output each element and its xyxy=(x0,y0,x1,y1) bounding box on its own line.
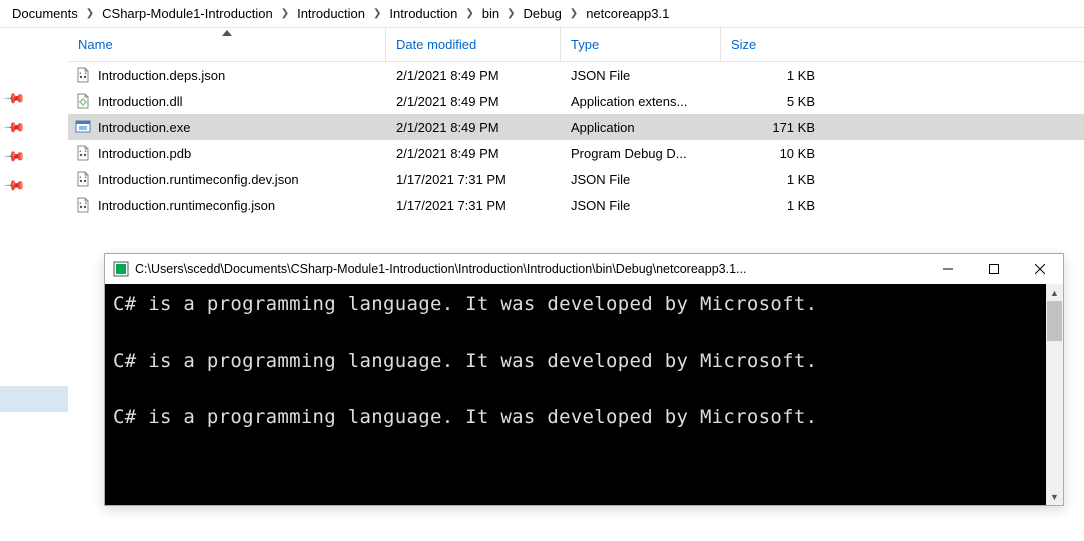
json-file-icon xyxy=(74,196,92,214)
chevron-right-icon: ❯ xyxy=(373,8,381,19)
file-type: Program Debug D... xyxy=(561,146,721,161)
file-type: JSON File xyxy=(561,198,721,213)
console-scrollbar[interactable]: ▲ ▼ xyxy=(1046,284,1063,505)
close-button[interactable] xyxy=(1017,254,1063,284)
chevron-right-icon: ❯ xyxy=(86,8,94,19)
console-app-icon xyxy=(113,261,129,277)
file-listview: Name Date modified Type Size Introductio… xyxy=(68,28,1084,218)
listview-header: Name Date modified Type Size xyxy=(68,28,1084,62)
file-name: Introduction.runtimeconfig.dev.json xyxy=(98,172,299,187)
file-type: Application xyxy=(561,120,721,135)
console-line: C# is a programming language. It was dev… xyxy=(113,290,1038,319)
column-header-name[interactable]: Name xyxy=(68,28,386,61)
file-size: 1 KB xyxy=(721,198,825,213)
file-size: 171 KB xyxy=(721,120,825,135)
file-name: Introduction.dll xyxy=(98,94,183,109)
file-row[interactable]: Introduction.runtimeconfig.dev.json 1/17/… xyxy=(68,166,1084,192)
exe-file-icon xyxy=(74,118,92,136)
scroll-down-button[interactable]: ▼ xyxy=(1046,488,1063,505)
pin-icon[interactable]: 📌 xyxy=(3,115,27,139)
pin-icon[interactable]: 📌 xyxy=(3,86,27,110)
file-date: 2/1/2021 8:49 PM xyxy=(386,94,561,109)
chevron-right-icon: ❯ xyxy=(465,8,473,19)
breadcrumb: Documents ❯ CSharp-Module1-Introduction ❯ In… xyxy=(0,0,1084,28)
file-date: 1/17/2021 7:31 PM xyxy=(386,172,561,187)
column-header-type[interactable]: Type xyxy=(561,28,721,61)
column-header-size[interactable]: Size xyxy=(721,28,825,61)
column-header-date[interactable]: Date modified xyxy=(386,28,561,61)
breadcrumb-segment[interactable]: Introduction xyxy=(293,4,369,23)
file-size: 10 KB xyxy=(721,146,825,161)
file-name: Introduction.pdb xyxy=(98,146,191,161)
breadcrumb-segment[interactable]: CSharp-Module1-Introduction xyxy=(98,4,277,23)
sidebar-selected-item[interactable] xyxy=(0,386,68,412)
file-row[interactable]: Introduction.dll 2/1/2021 8:49 PMApplicat… xyxy=(68,88,1084,114)
breadcrumb-segment[interactable]: Debug xyxy=(519,4,565,23)
file-date: 2/1/2021 8:49 PM xyxy=(386,146,561,161)
file-type: JSON File xyxy=(561,68,721,83)
file-name: Introduction.deps.json xyxy=(98,68,225,83)
chevron-right-icon: ❯ xyxy=(570,8,578,19)
chevron-right-icon: ❯ xyxy=(281,8,289,19)
pin-icon[interactable]: 📌 xyxy=(3,144,27,168)
minimize-button[interactable] xyxy=(925,254,971,284)
navigation-sidebar: 📌 📌 📌 📌 xyxy=(0,28,68,541)
file-size: 1 KB xyxy=(721,172,825,187)
file-type: JSON File xyxy=(561,172,721,187)
console-titlebar[interactable]: C:\Users\scedd\Documents\CSharp-Module1-… xyxy=(105,254,1063,284)
breadcrumb-segment[interactable]: Introduction xyxy=(385,4,461,23)
file-name: Introduction.runtimeconfig.json xyxy=(98,198,275,213)
dll-file-icon xyxy=(74,92,92,110)
breadcrumb-segment[interactable]: Documents xyxy=(8,4,82,23)
file-row[interactable]: Introduction.exe 2/1/2021 8:49 PMApplicat… xyxy=(68,114,1084,140)
file-row[interactable]: Introduction.deps.json 2/1/2021 8:49 PMJS… xyxy=(68,62,1084,88)
breadcrumb-segment[interactable]: netcoreapp3.1 xyxy=(582,4,673,23)
file-size: 5 KB xyxy=(721,94,825,109)
maximize-button[interactable] xyxy=(971,254,1017,284)
file-row[interactable]: Introduction.pdb 2/1/2021 8:49 PMProgram … xyxy=(68,140,1084,166)
file-date: 2/1/2021 8:49 PM xyxy=(386,120,561,135)
breadcrumb-segment[interactable]: bin xyxy=(478,4,503,23)
console-window: C:\Users\scedd\Documents\CSharp-Module1-… xyxy=(104,253,1064,506)
pdb-file-icon xyxy=(74,144,92,162)
pin-icon[interactable]: 📌 xyxy=(3,173,27,197)
console-title: C:\Users\scedd\Documents\CSharp-Module1-… xyxy=(135,262,925,276)
scroll-thumb[interactable] xyxy=(1047,301,1062,341)
file-name: Introduction.exe xyxy=(98,120,191,135)
file-row[interactable]: Introduction.runtimeconfig.json 1/17/2021… xyxy=(68,192,1084,218)
json-file-icon xyxy=(74,66,92,84)
file-date: 1/17/2021 7:31 PM xyxy=(386,198,561,213)
file-date: 2/1/2021 8:49 PM xyxy=(386,68,561,83)
console-line: C# is a programming language. It was dev… xyxy=(113,347,1038,376)
console-output: C# is a programming language. It was dev… xyxy=(105,284,1046,505)
scroll-up-button[interactable]: ▲ xyxy=(1046,284,1063,301)
json-file-icon xyxy=(74,170,92,188)
chevron-right-icon: ❯ xyxy=(507,8,515,19)
file-type: Application extens... xyxy=(561,94,721,109)
console-line: C# is a programming language. It was dev… xyxy=(113,403,1038,432)
file-size: 1 KB xyxy=(721,68,825,83)
